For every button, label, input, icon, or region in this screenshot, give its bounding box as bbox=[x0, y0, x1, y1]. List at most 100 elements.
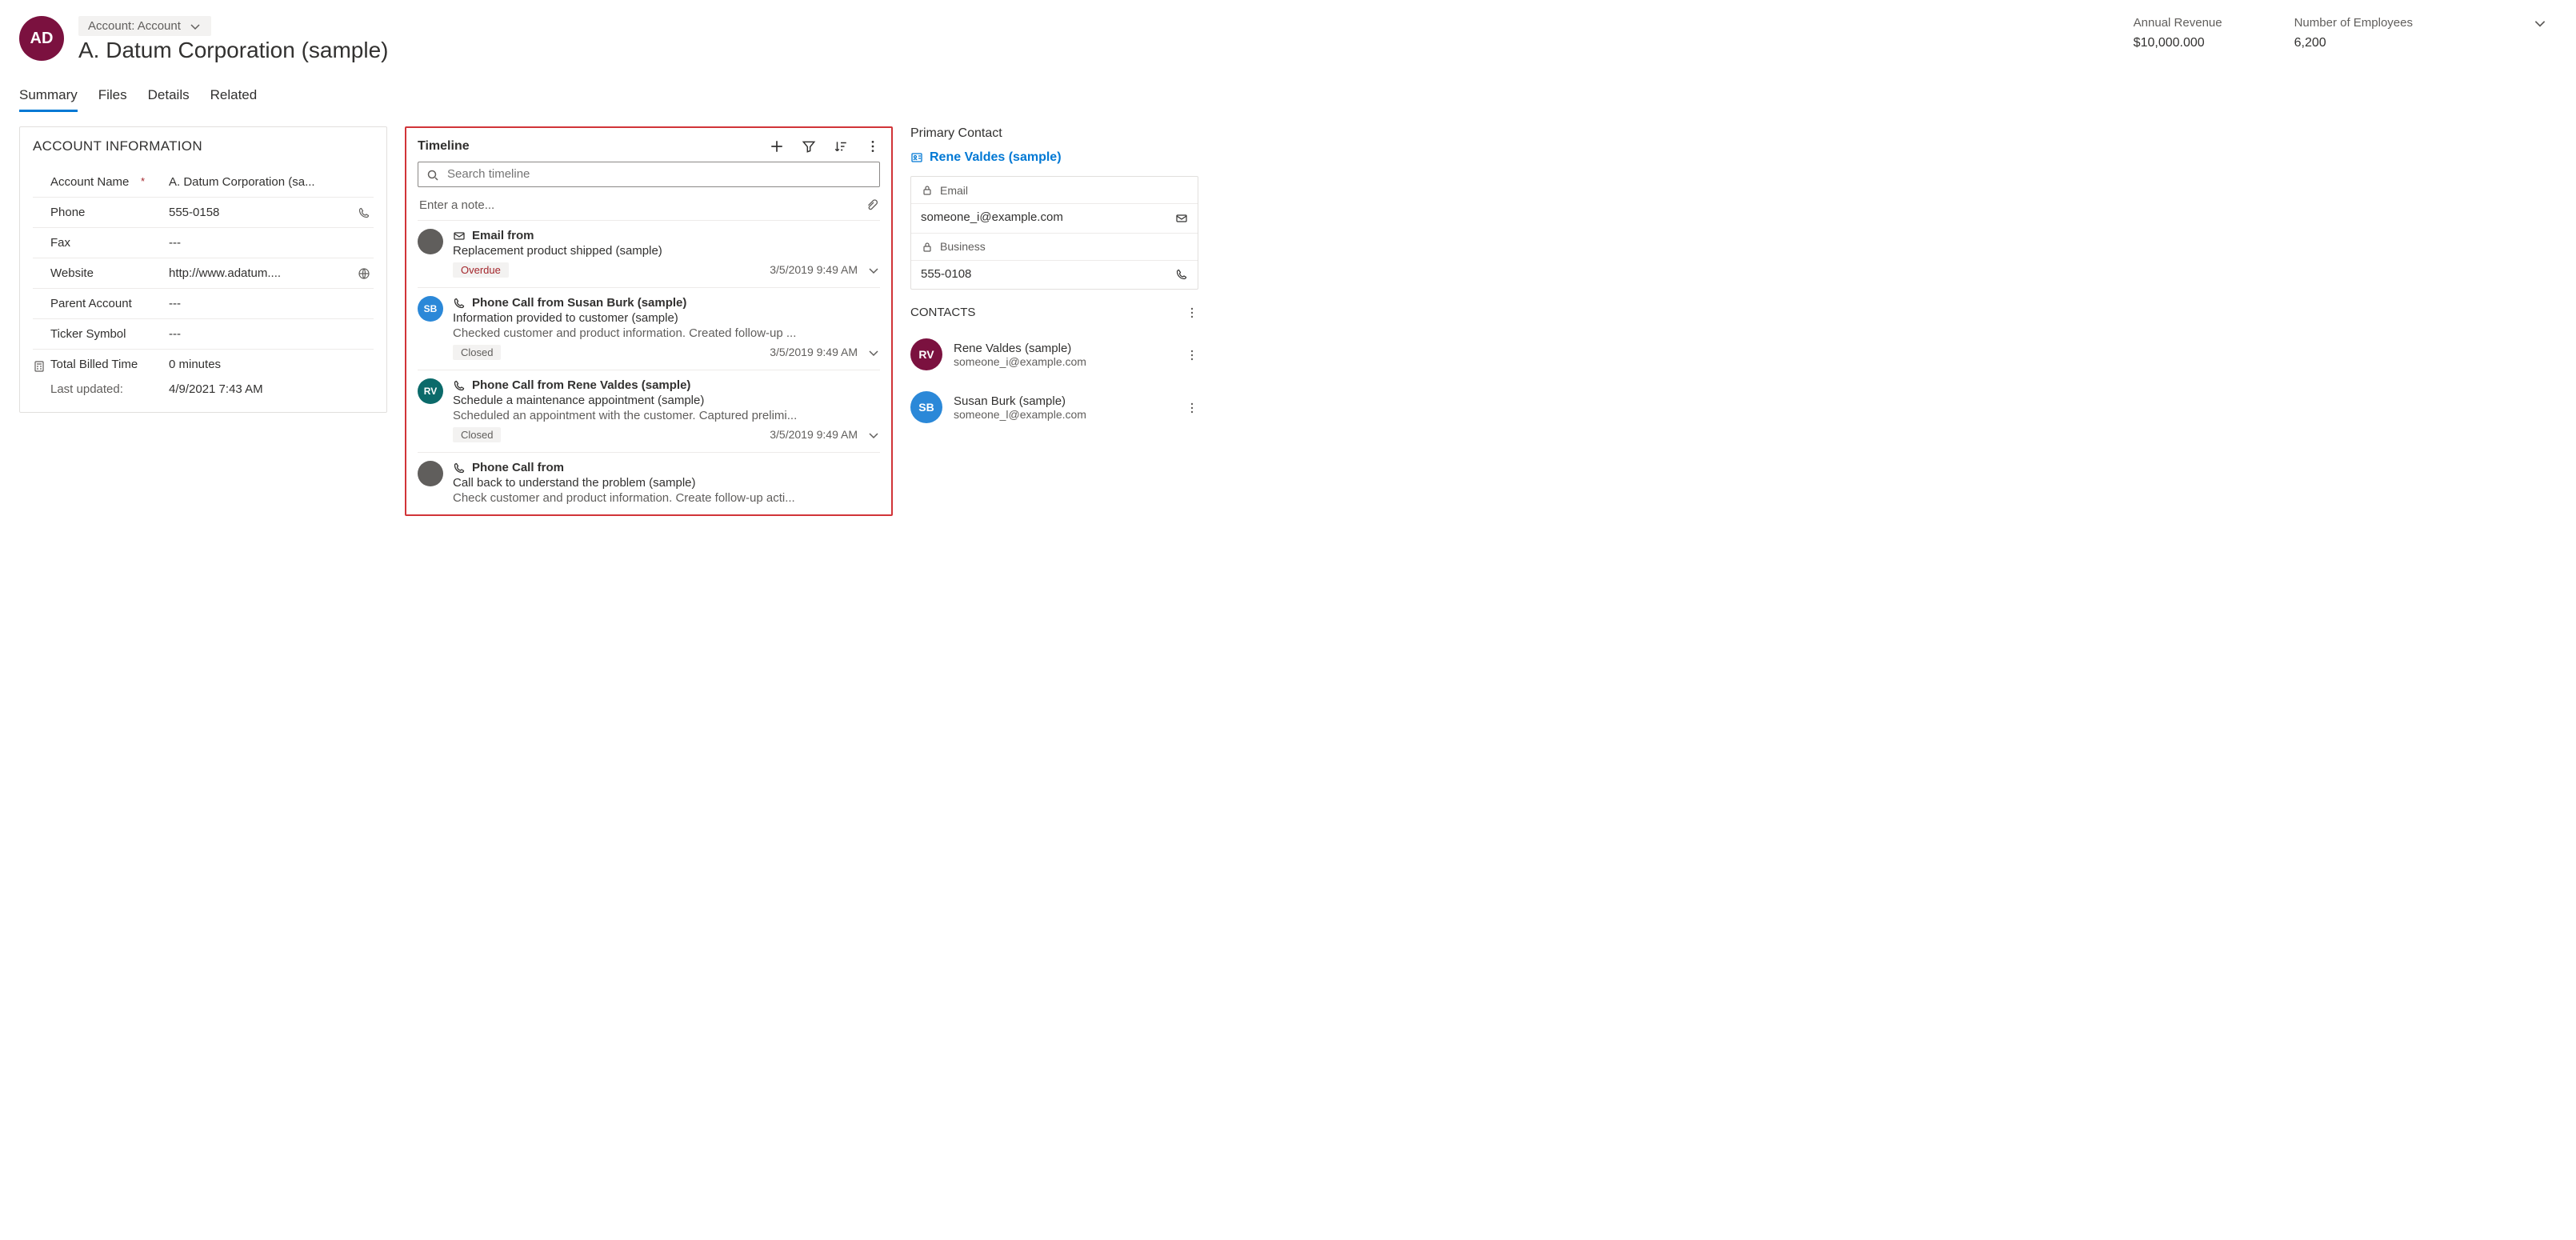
lock-icon bbox=[921, 240, 934, 254]
timeline-kind: Email from bbox=[472, 229, 534, 242]
mail-icon[interactable] bbox=[1175, 210, 1188, 224]
timeline-status-badge: Closed bbox=[453, 345, 501, 360]
contacts-title: CONTACTS bbox=[910, 306, 975, 319]
account-avatar: AD bbox=[19, 16, 64, 61]
account-information-panel: ACCOUNT INFORMATION Account Name A. Datu… bbox=[19, 126, 387, 413]
timeline-filter-button[interactable] bbox=[802, 139, 816, 154]
timeline-avatar: RV bbox=[418, 378, 443, 404]
stat-value: 6,200 bbox=[2294, 36, 2413, 50]
primary-contact-title: Primary Contact bbox=[910, 126, 1198, 141]
phone-icon[interactable] bbox=[1175, 267, 1188, 281]
timeline-more-button[interactable] bbox=[866, 139, 880, 154]
business-value: 555-0108 bbox=[921, 267, 971, 281]
timeline-item[interactable]: SB Phone Call from Susan Burk (sample)Inf… bbox=[418, 287, 880, 370]
timeline-avatar bbox=[418, 229, 443, 254]
timeline-subject: Information provided to customer (sample… bbox=[453, 311, 880, 325]
timeline-kind: Phone Call from Susan Burk (sample) bbox=[472, 296, 686, 310]
timeline-subject: Replacement product shipped (sample) bbox=[453, 244, 880, 258]
timeline-description: Scheduled an appointment with the custom… bbox=[453, 409, 880, 422]
contact-avatar: SB bbox=[910, 391, 942, 423]
field-website[interactable]: Website http://www.adatum.... bbox=[33, 258, 374, 289]
tab-details[interactable]: Details bbox=[148, 82, 190, 112]
field-ticker-symbol[interactable]: Ticker Symbol --- bbox=[33, 319, 374, 350]
contact-name: Susan Burk (sample) bbox=[954, 394, 1086, 408]
contact-email: someone_l@example.com bbox=[954, 408, 1086, 421]
field-phone[interactable]: Phone 555-0158 bbox=[33, 198, 374, 228]
tab-related[interactable]: Related bbox=[210, 82, 258, 112]
tab-summary[interactable]: Summary bbox=[19, 82, 78, 112]
chevron-down-icon[interactable] bbox=[867, 346, 880, 359]
field-value: --- bbox=[169, 297, 181, 310]
primary-contact-card: Email someone_i@example.com Business 555… bbox=[910, 176, 1198, 290]
field-label: Phone bbox=[33, 206, 169, 219]
chevron-down-icon[interactable] bbox=[867, 428, 880, 442]
phone-icon bbox=[453, 378, 466, 392]
contact-row[interactable]: RVRene Valdes (sample)someone_i@example.… bbox=[910, 330, 1198, 383]
field-value: 0 minutes bbox=[169, 358, 221, 371]
entity-type-label: Account: Account bbox=[88, 19, 181, 33]
primary-contact-link[interactable]: Rene Valdes (sample) bbox=[910, 150, 1198, 165]
timeline-date: 3/5/2019 9:49 AM bbox=[770, 428, 858, 441]
timeline-kind: Phone Call from Rene Valdes (sample) bbox=[472, 378, 690, 392]
field-value: --- bbox=[169, 327, 181, 341]
stat-employees: Number of Employees 6,200 bbox=[2294, 16, 2413, 50]
field-value: 555-0158 bbox=[169, 206, 219, 219]
stat-label: Number of Employees bbox=[2294, 16, 2413, 30]
primary-contact-name: Rene Valdes (sample) bbox=[930, 150, 1062, 165]
field-value: A. Datum Corporation (sa... bbox=[169, 175, 315, 189]
contact-more-button[interactable] bbox=[1186, 401, 1198, 414]
contact-avatar: RV bbox=[910, 338, 942, 370]
timeline-sort-button[interactable] bbox=[834, 139, 848, 154]
contact-more-button[interactable] bbox=[1186, 348, 1198, 362]
timeline-description: Check customer and product information. … bbox=[453, 491, 880, 505]
contacts-more-button[interactable] bbox=[1186, 306, 1198, 319]
field-parent-account[interactable]: Parent Account --- bbox=[33, 289, 374, 319]
stat-label: Annual Revenue bbox=[2134, 16, 2222, 30]
field-label: Fax bbox=[33, 236, 169, 250]
attachment-icon[interactable] bbox=[866, 198, 878, 212]
phone-icon bbox=[453, 461, 466, 474]
field-fax[interactable]: Fax --- bbox=[33, 228, 374, 258]
timeline-item[interactable]: Email from Replacement product shipped (s… bbox=[418, 220, 880, 287]
stat-value: $10,000.000 bbox=[2134, 36, 2222, 50]
entity-type-selector[interactable]: Account: Account bbox=[78, 16, 211, 36]
phone-icon[interactable] bbox=[358, 206, 370, 219]
timeline-avatar: SB bbox=[418, 296, 443, 322]
field-account-name[interactable]: Account Name A. Datum Corporation (sa... bbox=[33, 167, 374, 198]
globe-icon[interactable] bbox=[358, 266, 370, 280]
contact-email: someone_i@example.com bbox=[954, 355, 1086, 368]
field-total-billed: Total Billed Time 0 minutes bbox=[33, 350, 374, 379]
timeline-search[interactable] bbox=[418, 162, 880, 186]
email-value: someone_i@example.com bbox=[921, 210, 1063, 224]
header-expand-button[interactable] bbox=[2533, 16, 2547, 30]
calculator-icon bbox=[33, 359, 46, 373]
field-label: Total Billed Time bbox=[33, 358, 169, 371]
timeline-date: 3/5/2019 9:49 AM bbox=[770, 263, 858, 276]
timeline-panel: Timeline Enter a note... Email from Repla… bbox=[405, 126, 893, 516]
field-label: Parent Account bbox=[33, 297, 169, 310]
timeline-title: Timeline bbox=[418, 139, 770, 154]
contact-row[interactable]: SB Susan Burk (sample)someone_l@example.c… bbox=[910, 383, 1198, 436]
email-label: Email bbox=[940, 184, 968, 197]
timeline-note-input[interactable]: Enter a note... bbox=[418, 194, 880, 220]
timeline-subject: Call back to understand the problem (sam… bbox=[453, 476, 880, 490]
chevron-down-icon[interactable] bbox=[867, 263, 880, 277]
field-label: Ticker Symbol bbox=[33, 327, 169, 341]
timeline-item[interactable]: Phone Call from Call back to understand t… bbox=[418, 452, 880, 514]
lock-icon bbox=[921, 183, 934, 197]
contact-card-icon bbox=[910, 150, 923, 165]
phone-icon bbox=[453, 296, 466, 310]
timeline-add-button[interactable] bbox=[770, 139, 784, 154]
business-label: Business bbox=[940, 240, 986, 253]
timeline-kind: Phone Call from bbox=[472, 461, 564, 474]
mail-icon bbox=[453, 229, 466, 242]
note-placeholder: Enter a note... bbox=[419, 198, 494, 212]
field-value: http://www.adatum.... bbox=[169, 266, 281, 280]
tab-files[interactable]: Files bbox=[98, 82, 127, 112]
panel-title: ACCOUNT INFORMATION bbox=[33, 138, 374, 154]
timeline-item[interactable]: RV Phone Call from Rene Valdes (sample) Sc… bbox=[418, 370, 880, 452]
timeline-subject: Schedule a maintenance appointment (samp… bbox=[453, 394, 880, 407]
timeline-search-input[interactable] bbox=[447, 167, 871, 181]
timeline-avatar bbox=[418, 461, 443, 486]
field-label: Website bbox=[33, 266, 169, 280]
